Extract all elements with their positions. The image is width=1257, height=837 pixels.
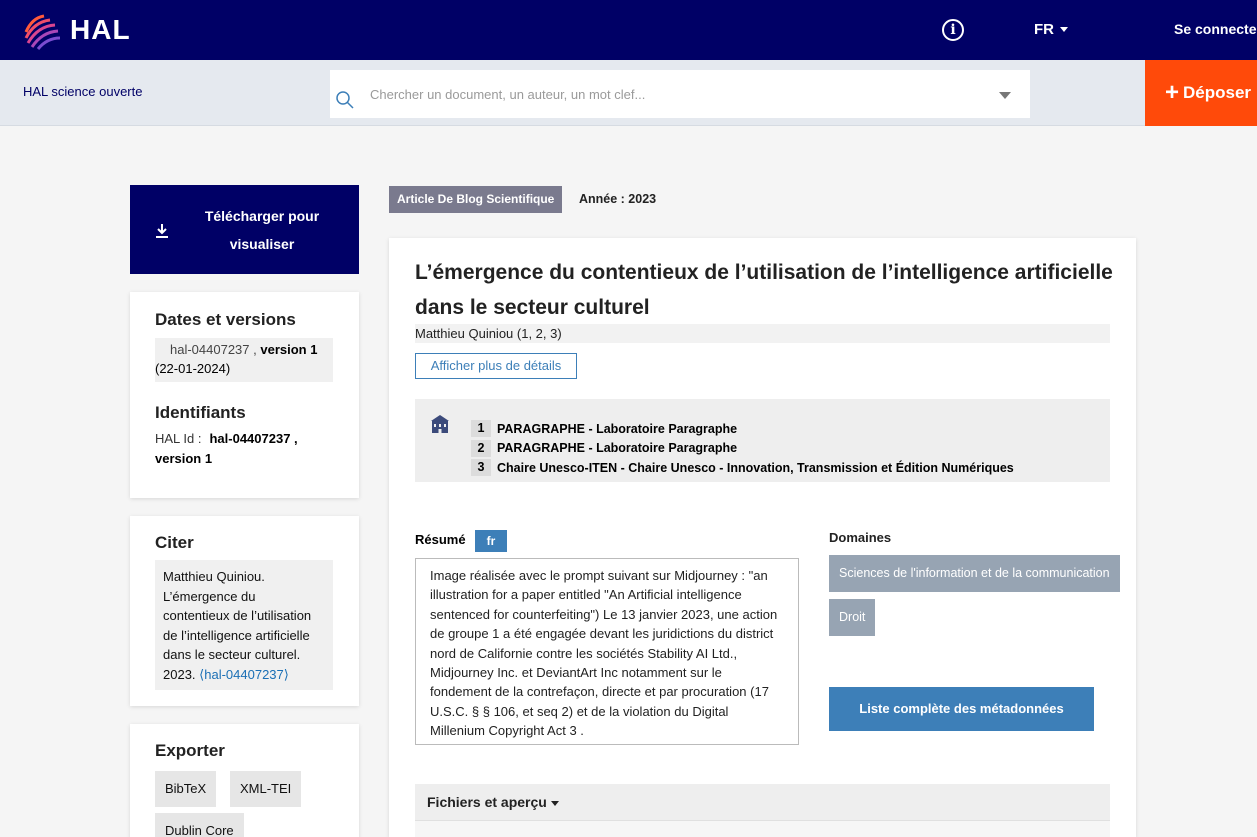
download-icon	[156, 224, 168, 238]
citation-link[interactable]: ⟨hal-04407237⟩	[199, 667, 289, 682]
download-button[interactable]: Télécharger pour visualiser	[130, 185, 359, 274]
logo-text: HAL	[70, 14, 131, 45]
cite-card: Citer Matthieu Quiniou. L’émergence du c…	[130, 516, 359, 706]
hal-id: HAL Id : hal-04407237 , version 1	[155, 429, 340, 469]
domain-tag-information-communication[interactable]: Sciences de l'information et de la commu…	[829, 555, 1120, 592]
search-icon[interactable]	[334, 89, 356, 111]
version-entry[interactable]: hal-04407237 , version 1 (22-01-2024)	[155, 338, 333, 382]
export-bibtex-button[interactable]: BibTeX	[155, 771, 217, 807]
version-id: hal-04407237 ,	[170, 342, 257, 357]
domain-tag-droit[interactable]: Droit	[829, 599, 876, 636]
deposit-label: Déposer	[1183, 83, 1252, 102]
version-number: version 1	[260, 342, 318, 357]
affiliation-item[interactable]: 2 PARAGRAPHE - Laboratoire Paragraphe	[471, 439, 1014, 459]
document-title: L’émergence du contentieux de l’utilisat…	[415, 261, 1113, 319]
affiliation-name: PARAGRAPHE - Laboratoire Paragraphe	[497, 421, 738, 436]
search-input[interactable]	[370, 70, 990, 118]
files-preview-toggle[interactable]: Fichiers et aperçu	[415, 784, 1110, 820]
affiliation-number: 1	[471, 420, 491, 438]
site-name[interactable]: HAL science ouverte	[23, 84, 142, 99]
files-panel	[415, 820, 1110, 837]
affiliation-number: 2	[471, 439, 491, 457]
building-icon	[431, 415, 449, 433]
identifiers-title: Identifiants	[155, 403, 246, 422]
dates-versions-card: Dates et versions hal-04407237 , version…	[130, 292, 359, 498]
document-card: L’émergence du contentieux de l’utilisat…	[389, 238, 1136, 837]
login-link[interactable]: Se connecter	[1174, 21, 1257, 37]
dates-title: Dates et versions	[155, 310, 296, 329]
affiliation-list: 1 PARAGRAPHE - Laboratoire Paragraphe 2 …	[471, 419, 1014, 478]
domains-label: Domaines	[829, 530, 892, 545]
version-date: (22-01-2024)	[155, 361, 231, 376]
files-label: Fichiers et aperçu	[427, 794, 547, 810]
abstract-language-badge[interactable]: fr	[475, 530, 507, 552]
affiliation-number: 3	[471, 459, 491, 477]
export-dublincore-button[interactable]: Dublin Core	[155, 813, 244, 837]
download-label: Télécharger pour visualiser	[204, 208, 320, 252]
publication-year: Année : 2023	[579, 192, 657, 206]
authors-line[interactable]: Matthieu Quiniou (1, 2, 3)	[415, 324, 1110, 343]
info-icon[interactable]: i	[942, 19, 964, 41]
affiliations-box: 1 PARAGRAPHE - Laboratoire Paragraphe 2 …	[415, 399, 1110, 482]
language-selector[interactable]: FR	[1034, 21, 1068, 38]
export-card: Exporter BibTeX XML-TEI Dublin Core	[130, 724, 359, 837]
more-details-button[interactable]: Afficher plus de détails	[415, 353, 577, 379]
deposit-button[interactable]: + Déposer	[1145, 60, 1257, 126]
full-metadata-button[interactable]: Liste complète des métadonnées	[829, 687, 1094, 731]
citation-text: Matthieu Quiniou. L’émergence du content…	[155, 560, 333, 690]
citation-body: Matthieu Quiniou. L’émergence du content…	[163, 569, 312, 682]
abstract-text: Image réalisée avec le prompt suivant su…	[415, 558, 799, 745]
affiliation-name: Chaire Unesco-ITEN - Chaire Unesco - Inn…	[497, 460, 1014, 475]
export-title: Exporter	[155, 741, 225, 760]
affiliation-item[interactable]: 1 PARAGRAPHE - Laboratoire Paragraphe	[471, 419, 1014, 439]
hal-id-label: HAL Id :	[155, 431, 202, 446]
chevron-down-icon	[1060, 27, 1068, 32]
cite-title: Citer	[155, 533, 194, 552]
hal-logo[interactable]: HAL	[22, 10, 131, 50]
top-navbar: HAL i FR Se connecter	[0, 0, 1257, 60]
abstract-label: Résumé	[415, 532, 466, 547]
search-bar-strip: HAL science ouverte	[0, 60, 1257, 126]
caret-down-icon	[550, 800, 559, 806]
search-options-dropdown-icon[interactable]	[999, 92, 1011, 99]
language-label: FR	[1034, 21, 1054, 38]
export-xmltei-button[interactable]: XML-TEI	[230, 771, 302, 807]
affiliation-item[interactable]: 3 Chaire Unesco-ITEN - Chaire Unesco - I…	[471, 458, 1014, 478]
document-type-badge: Article De Blog Scientifique	[389, 186, 563, 213]
hal-swirl-logo-icon	[24, 14, 61, 50]
plus-icon: +	[1165, 79, 1180, 106]
search-box	[330, 70, 1030, 118]
affiliation-name: PARAGRAPHE - Laboratoire Paragraphe	[497, 441, 738, 456]
